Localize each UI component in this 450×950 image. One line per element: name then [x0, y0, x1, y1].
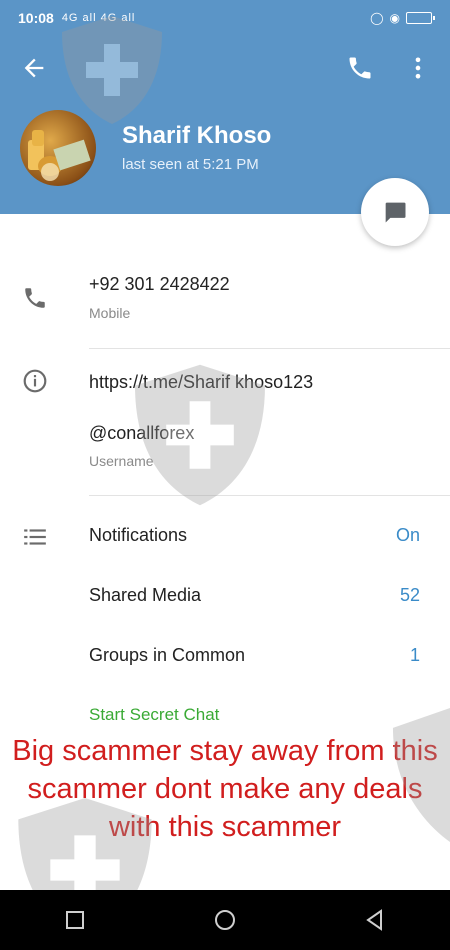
avatar[interactable]: [20, 110, 96, 186]
signal-indicator: 4G all 4G all: [61, 12, 136, 24]
scam-warning-overlay: Big scammer stay away from this scammer …: [12, 735, 438, 843]
profile-link[interactable]: https://t.me/Sharif khoso123: [89, 372, 313, 393]
chat-icon: [385, 202, 406, 223]
last-seen-status: last seen at 5:21 PM: [122, 156, 259, 173]
groups-common-count[interactable]: 1: [410, 645, 420, 666]
message-button[interactable]: [361, 178, 429, 246]
avatar-image: [28, 130, 91, 181]
shared-media-label[interactable]: Shared Media: [89, 585, 201, 606]
info-icon: [23, 369, 47, 393]
back-arrow-icon[interactable]: [20, 54, 48, 82]
status-icons: ◯ ◉: [370, 11, 435, 25]
phone-icon: [25, 288, 45, 308]
system-nav-bar: [0, 890, 450, 950]
phone-number[interactable]: +92 301 2428422: [89, 274, 230, 295]
status-time: 10:08: [18, 10, 54, 26]
username[interactable]: @conallforex: [89, 423, 194, 444]
recent-apps-icon[interactable]: [63, 908, 87, 932]
phone-label: Mobile: [89, 305, 131, 321]
back-nav-icon[interactable]: [363, 908, 387, 932]
divider: [89, 348, 450, 349]
notifications-label[interactable]: Notifications: [89, 525, 187, 546]
notifications-value[interactable]: On: [396, 525, 420, 546]
groups-common-label[interactable]: Groups in Common: [89, 645, 245, 666]
location-icon: ◉: [389, 11, 400, 25]
start-secret-chat-button[interactable]: Start Secret Chat: [89, 705, 219, 725]
battery-icon: [406, 12, 435, 24]
alarm-icon: ◯: [370, 11, 384, 25]
home-icon[interactable]: [213, 908, 237, 932]
list-icon: [24, 529, 46, 545]
status-bar: 10:08 4G all 4G all ◯ ◉: [0, 0, 450, 36]
phone-call-icon[interactable]: [346, 54, 374, 82]
username-label: Username: [89, 453, 154, 469]
more-vert-icon[interactable]: [404, 54, 432, 82]
shared-media-count[interactable]: 52: [400, 585, 420, 606]
contact-name: Sharif Khoso: [122, 122, 272, 149]
divider: [89, 495, 450, 496]
